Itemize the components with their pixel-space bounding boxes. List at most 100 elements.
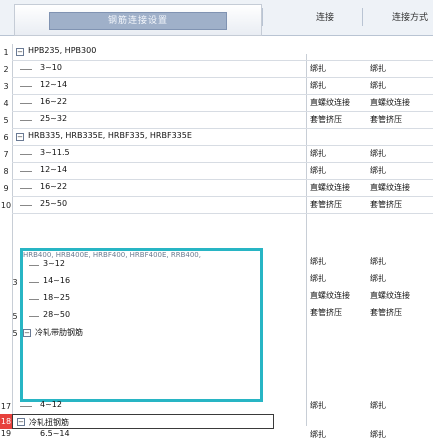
column-header-connection[interactable]: 连接 [316,10,334,23]
table-row[interactable]: 7 3~11.5 绑扎 绑扎 [0,146,433,163]
tree-connector [29,265,39,266]
connection-type-cell[interactable]: 直螺纹连接 [370,290,410,301]
diameter-range: 6.5~14 [40,429,70,438]
connection-cell[interactable]: 直螺纹连接 [310,290,350,301]
diameter-range: 14~16 [43,276,71,285]
column-header-connection-type[interactable]: 连接方式 [392,10,428,23]
row-number: 8 [3,167,9,176]
popup-row[interactable]: 3 14~16 [12,274,260,291]
title-box: 钢筋连接设置 [14,4,262,36]
connection-type-cell[interactable]: 直螺纹连接 [370,182,410,193]
row-number: 17 [0,402,12,411]
diameter-range: 3~12 [43,259,65,268]
connection-cell[interactable]: 直螺纹连接 [310,182,350,193]
connection-cell[interactable]: 绑扎 [310,63,326,74]
table-row[interactable]: 5 25~32 套管挤压 套管挤压 [0,112,433,129]
popup-row[interactable]: 3~12 [23,257,260,274]
connection-type-cell[interactable]: 套管挤压 [370,307,402,318]
connection-type-cell[interactable]: 绑扎 [370,165,386,176]
tree-connector [29,282,39,283]
connection-type-cell[interactable]: 绑扎 [370,256,386,267]
row-number: 5 [12,329,18,338]
table-row[interactable]: 3 12~14 绑扎 绑扎 [0,78,433,95]
diameter-range: 18~25 [43,293,71,302]
tree-connector [20,154,32,155]
connection-type-cell[interactable]: 绑扎 [370,63,386,74]
diameter-range: 25~32 [40,114,68,123]
connection-type-cell[interactable]: 绑扎 [370,400,386,411]
group-label: 冷轧带肋钢筋 [35,328,83,337]
connection-type-cell[interactable]: 直螺纹连接 [370,97,410,108]
tree-connector [29,316,39,317]
table-row[interactable]: 19 6.5~14 绑扎 绑扎 [0,429,433,439]
group-label: HRB335, HRB335E, HRBF335, HRBF335E [28,131,192,140]
diameter-range: 3~10 [40,63,62,72]
connection-type-cell[interactable]: 套管挤压 [370,114,402,125]
table-row[interactable]: 9 16~22 直螺纹连接 直螺纹连接 [0,180,433,197]
diameter-range: 12~14 [40,165,68,174]
collapse-icon[interactable]: − [16,48,24,56]
row-number: 3 [3,82,9,91]
connection-type-cell[interactable]: 套管挤压 [370,199,402,210]
connection-cell[interactable]: 套管挤压 [310,199,342,210]
row-number: 19 [0,429,12,438]
diameter-range: 16~22 [40,97,68,106]
collapse-icon[interactable]: − [17,418,25,426]
group-label: 冷轧扭钢筋 [29,418,69,427]
collapse-icon[interactable]: − [23,329,31,337]
table-row[interactable]: 17 4~12 绑扎 绑扎 [0,398,433,415]
row-divider [12,213,433,214]
diameter-range: 12~14 [40,80,68,89]
diameter-range: 28~50 [43,310,71,319]
connection-cell[interactable]: 套管挤压 [310,307,342,318]
row-number: 6 [3,133,9,142]
collapse-icon[interactable]: − [16,133,24,141]
tree-connector [20,205,32,206]
connection-cell[interactable]: 绑扎 [310,256,326,267]
page-title: 钢筋连接设置 [49,12,227,30]
diameter-range: 3~11.5 [40,148,70,157]
drop-target-row[interactable]: − 冷轧扭钢筋 [12,414,274,429]
row-number: 5 [3,116,9,125]
tree-connector [20,86,32,87]
row-number: 5 [12,312,18,321]
table-row[interactable]: 2 3~10 绑扎 绑扎 [0,61,433,78]
popup-row[interactable]: 5 − 冷轧带肋钢筋 [12,325,260,342]
row-number: 2 [3,65,9,74]
connection-type-cell[interactable]: 绑扎 [370,80,386,91]
tree-connector [20,103,32,104]
diameter-range: 16~22 [40,182,68,191]
row-number: 1 [3,48,9,57]
row-number-highlight[interactable]: 18 [0,414,12,429]
table-row[interactable]: 4 16~22 直螺纹连接 直螺纹连接 [0,95,433,112]
connection-type-cell[interactable]: 绑扎 [370,148,386,159]
connection-type-cell[interactable]: 绑扎 [370,273,386,284]
row-number: 4 [3,99,9,108]
connection-cell[interactable]: 直螺纹连接 [310,97,350,108]
connection-cell[interactable]: 绑扎 [310,429,326,439]
connection-cell[interactable]: 绑扎 [310,80,326,91]
popup-row[interactable]: 5 28~50 [12,308,260,325]
row-number: 9 [3,184,9,193]
connection-cell[interactable]: 绑扎 [310,273,326,284]
tree-connector [20,120,32,121]
tree-connector [20,188,32,189]
tree-connector [20,69,32,70]
table-row[interactable]: 8 12~14 绑扎 绑扎 [0,163,433,180]
row-number: 10 [0,201,12,210]
connection-cell[interactable]: 套管挤压 [310,114,342,125]
table-row[interactable]: 1 − HPB235, HPB300 [0,44,433,61]
header-separator [362,8,363,26]
drag-preview-popup[interactable]: HRB400, HRB400E, HRBF400, HRBF400E, RRB4… [12,248,263,402]
table-row[interactable]: 6 − HRB335, HRB335E, HRBF335, HRBF335E [0,129,433,146]
popup-row[interactable]: 18~25 [23,291,260,308]
connection-cell[interactable]: 绑扎 [310,165,326,176]
row-number: 7 [3,150,9,159]
diameter-range: 4~12 [40,400,62,409]
connection-type-cell[interactable]: 绑扎 [370,429,386,439]
connection-cell[interactable]: 绑扎 [310,148,326,159]
tree-connector [20,171,32,172]
table-row[interactable]: 10 25~50 套管挤压 套管挤压 [0,197,433,214]
connection-cell[interactable]: 绑扎 [310,400,326,411]
header-separator [262,8,263,26]
